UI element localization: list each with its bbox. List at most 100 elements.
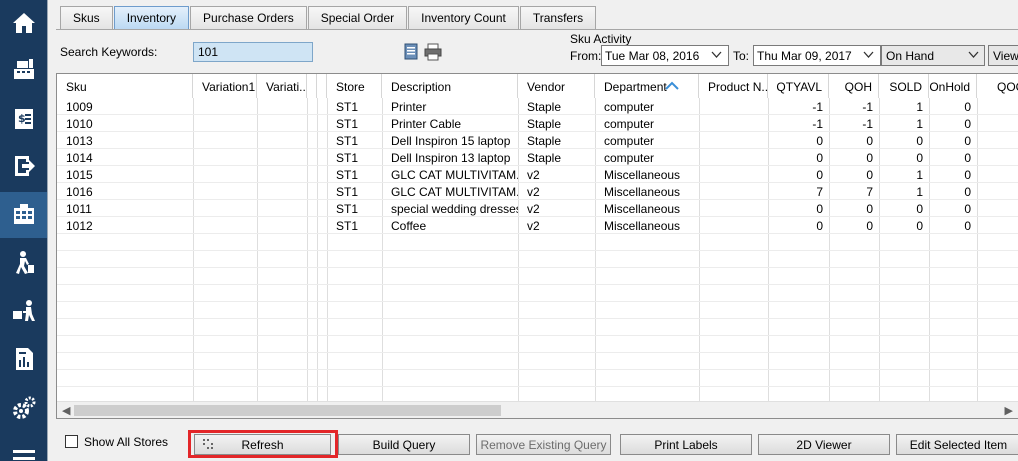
cell-variation1 <box>193 200 257 217</box>
cell-product-name <box>699 115 768 132</box>
column-header-department[interactable]: Department <box>595 74 699 98</box>
table-row[interactable] <box>57 302 1018 319</box>
column-header-store[interactable]: Store <box>327 74 382 98</box>
column-header-sku[interactable]: Sku <box>57 74 193 98</box>
refresh-highlight-box <box>188 430 338 458</box>
cell-variation1 <box>193 166 257 183</box>
cell-sold: 0 <box>916 134 923 148</box>
cell-store: ST1 <box>336 151 359 165</box>
cell-onhold: 0 <box>964 117 971 131</box>
search-keywords-input[interactable] <box>193 42 313 62</box>
nav-settings[interactable] <box>0 385 47 431</box>
grid-header: Sku Variation1 Variati... Store Descript… <box>57 74 1018 98</box>
nav-home[interactable] <box>0 0 47 46</box>
table-row[interactable]: 1015 ST1 GLC CAT MULTIVITAM... v2 Miscellane… <box>57 166 1018 183</box>
remove-existing-query-button[interactable]: Remove Existing Query <box>476 434 611 455</box>
column-header-variation2[interactable]: Variati... <box>257 74 307 98</box>
cell-onhold: 0 <box>964 219 971 233</box>
nav-shipping[interactable] <box>0 288 47 334</box>
table-row[interactable] <box>57 353 1018 370</box>
table-row[interactable]: 1009 ST1 Printer Staple computer -1 -1 1 0 <box>57 98 1018 115</box>
tab-purchase-orders[interactable]: Purchase Orders <box>190 6 307 29</box>
to-date-picker[interactable]: Thu Mar 09, 2017 <box>753 45 881 66</box>
cell-onhold: 0 <box>964 100 971 114</box>
column-header-qtyavl[interactable]: QTYAVL <box>768 74 829 98</box>
edit-selected-item-button[interactable]: Edit Selected Item <box>896 434 1018 455</box>
hamburger-icon <box>12 450 35 460</box>
show-all-stores-checkbox[interactable] <box>65 435 78 448</box>
cell-qtyavl: 7 <box>816 185 823 199</box>
tab-inventory[interactable]: Inventory <box>113 6 190 29</box>
table-row[interactable] <box>57 268 1018 285</box>
table-row[interactable] <box>57 234 1018 251</box>
column-header-qoh[interactable]: QOH <box>829 74 879 98</box>
from-date-value: Tue Mar 08, 2016 <box>605 49 700 63</box>
table-row[interactable] <box>57 370 1018 387</box>
nav-menu[interactable] <box>0 430 47 461</box>
tab-special-order[interactable]: Special Order <box>307 6 408 29</box>
table-row[interactable] <box>57 336 1018 353</box>
table-row[interactable]: 1010 ST1 Printer Cable Staple computer -1 -1 1 0 <box>57 115 1018 132</box>
print-labels-button[interactable]: Print Labels <box>620 434 752 455</box>
cell-store: ST1 <box>336 219 359 233</box>
scroll-right-icon[interactable]: ▶ <box>1005 404 1013 417</box>
cell-variation2 <box>257 115 307 132</box>
nav-point-of-sale[interactable] <box>0 46 47 92</box>
cell-blank <box>307 200 327 217</box>
2d-viewer-button[interactable]: 2D Viewer <box>758 434 890 455</box>
cell-blank <box>307 183 327 200</box>
column-header-variation1[interactable]: Variation1 <box>193 74 257 98</box>
printer-icon[interactable] <box>424 43 442 61</box>
document-icon[interactable] <box>403 43 421 61</box>
table-row[interactable]: 1014 ST1 Dell Inspiron 13 laptop Staple comp… <box>57 149 1018 166</box>
cell-department: computer <box>604 151 655 165</box>
column-header-description[interactable]: Description <box>382 74 518 98</box>
cell-variation2 <box>257 217 307 234</box>
cell-qtyavl: -1 <box>812 100 823 114</box>
cell-onhold: 0 <box>964 168 971 182</box>
cell-description: GLC CAT MULTIVITAM... <box>391 185 518 199</box>
column-header-product-name[interactable]: Product N... <box>699 74 768 98</box>
cell-description: Coffee <box>391 219 427 233</box>
inventory-grid: Sku Variation1 Variati... Store Descript… <box>56 73 1018 419</box>
column-header-onhold[interactable]: OnHold <box>929 74 977 98</box>
tab-transfers[interactable]: Transfers <box>519 6 597 29</box>
column-header-blank[interactable] <box>307 74 317 98</box>
cell-store: ST1 <box>336 117 359 131</box>
nav-inventory[interactable] <box>0 192 47 238</box>
cell-department: Miscellaneous <box>604 219 681 233</box>
table-row[interactable] <box>57 319 1018 336</box>
cell-sold: 1 <box>916 185 923 199</box>
scrollbar-thumb[interactable] <box>74 405 501 416</box>
cell-blank <box>307 217 327 234</box>
nav-sales[interactable]: $ <box>0 96 47 142</box>
cell-sku: 1013 <box>66 134 93 148</box>
nav-exit[interactable] <box>0 143 47 189</box>
nav-reports[interactable] <box>0 336 47 382</box>
scroll-left-icon[interactable]: ◀ <box>62 404 70 417</box>
tab-inventory-count[interactable]: Inventory Count <box>408 6 519 29</box>
nav-customers[interactable] <box>0 240 47 286</box>
column-header-sold[interactable]: SOLD <box>879 74 929 98</box>
horizontal-scrollbar[interactable]: ◀ ▶ <box>57 401 1018 418</box>
cell-description: Printer <box>391 100 427 114</box>
chevron-down-icon <box>711 51 722 58</box>
search-keywords-label: Search Keywords: <box>60 45 158 59</box>
from-date-picker[interactable]: Tue Mar 08, 2016 <box>601 45 729 66</box>
cell-variation1 <box>193 132 257 149</box>
column-header-qoo[interactable]: QOO <box>977 74 1018 98</box>
table-row[interactable] <box>57 251 1018 268</box>
table-row[interactable]: 1013 ST1 Dell Inspiron 15 laptop Staple comp… <box>57 132 1018 149</box>
table-row[interactable]: 1016 ST1 GLC CAT MULTIVITAM... v2 Miscellane… <box>57 183 1018 200</box>
table-row[interactable]: 1011 ST1 special wedding dresses v2 Miscella… <box>57 200 1018 217</box>
column-header-blank[interactable] <box>317 74 327 98</box>
build-query-button[interactable]: Build Query <box>338 434 470 455</box>
table-row[interactable]: 1012 ST1 Coffee v2 Miscellaneous 0 0 0 0 <box>57 217 1018 234</box>
activity-filter-select[interactable]: On Hand <box>881 45 985 66</box>
cell-variation1 <box>193 115 257 132</box>
cell-sku: 1012 <box>66 219 93 233</box>
tab-skus[interactable]: Skus <box>60 6 113 29</box>
column-header-vendor[interactable]: Vendor <box>518 74 595 98</box>
view-button[interactable]: View <box>988 45 1018 66</box>
table-row[interactable] <box>57 285 1018 302</box>
